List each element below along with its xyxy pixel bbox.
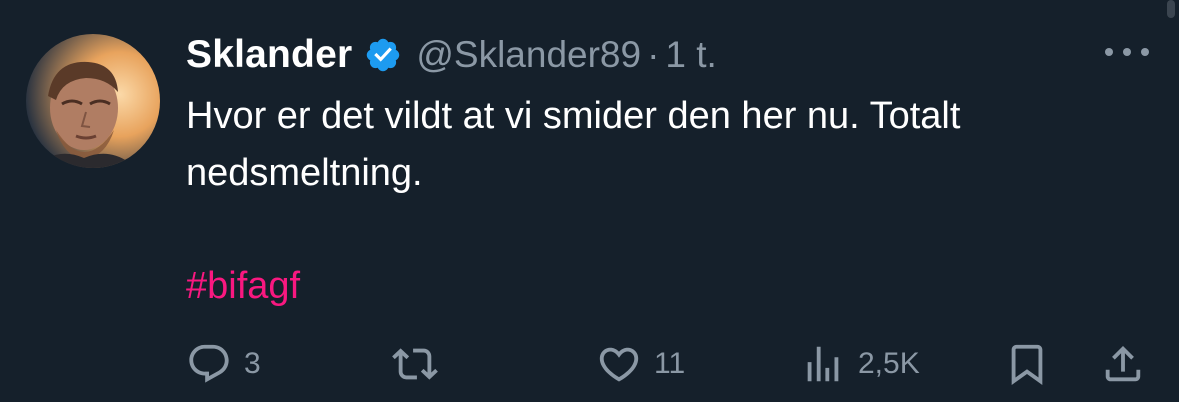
author-handle[interactable]: @Sklander89 bbox=[416, 34, 641, 76]
scrollbar-thumb[interactable] bbox=[1167, 0, 1175, 18]
author-name[interactable]: Sklander bbox=[186, 33, 352, 77]
more-icon[interactable] bbox=[1105, 40, 1149, 64]
action-bar: 3 11 2,5K bbox=[186, 336, 1149, 392]
retweet-button[interactable] bbox=[392, 336, 450, 392]
like-count: 11 bbox=[654, 347, 686, 380]
avatar[interactable] bbox=[26, 34, 160, 168]
tweet-text: Hvor er det vildt at vi smider den her n… bbox=[186, 95, 961, 194]
views-button[interactable]: 2,5K bbox=[800, 336, 920, 392]
views-count: 2,5K bbox=[858, 347, 920, 380]
like-button[interactable]: 11 bbox=[596, 336, 685, 392]
bookmark-button[interactable] bbox=[1004, 336, 1050, 392]
hashtag-link[interactable]: #bifagf bbox=[186, 258, 300, 315]
reply-icon bbox=[186, 341, 232, 387]
bookmark-icon bbox=[1004, 341, 1050, 387]
timestamp[interactable]: 1 t. bbox=[665, 34, 716, 76]
retweet-icon bbox=[392, 341, 438, 387]
share-button[interactable] bbox=[1100, 336, 1146, 392]
reply-button[interactable]: 3 bbox=[186, 336, 261, 392]
views-icon bbox=[800, 341, 846, 387]
tweet-header: Sklander @Sklander89 · 1 t. bbox=[186, 28, 717, 82]
verified-badge-icon bbox=[364, 36, 402, 74]
like-icon bbox=[596, 341, 642, 387]
share-icon bbox=[1100, 341, 1146, 387]
separator-dot: · bbox=[647, 34, 660, 75]
reply-count: 3 bbox=[244, 347, 261, 380]
